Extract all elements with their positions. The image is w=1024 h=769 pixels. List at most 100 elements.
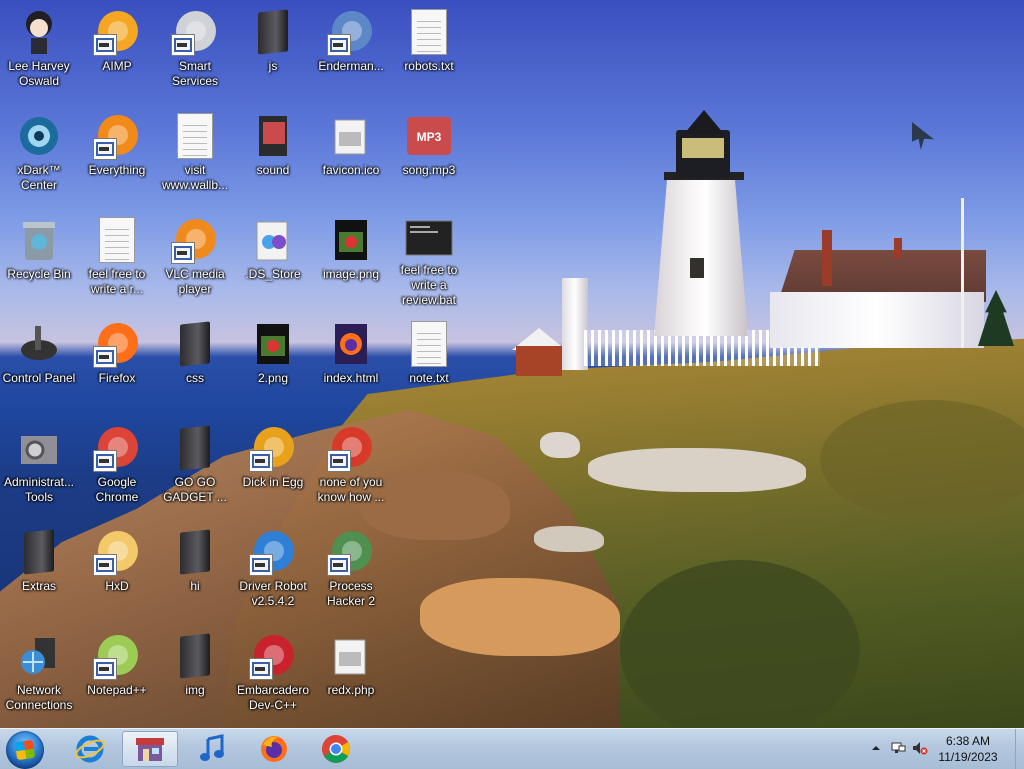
- search-orange-icon: [93, 112, 141, 160]
- folder-icon: [15, 528, 63, 576]
- xdark-icon: [15, 112, 63, 160]
- desktop-icon-label: none of you know how ...: [317, 475, 385, 504]
- firefox-icon: [93, 320, 141, 368]
- desktop-icon[interactable]: img: [156, 624, 234, 724]
- taskbar-store-app[interactable]: [122, 731, 178, 767]
- notepadpp-icon: [93, 632, 141, 680]
- devcpp-icon: [249, 632, 297, 680]
- lighthouse-roof: [684, 110, 724, 134]
- anime-avatar-icon: [15, 8, 63, 56]
- desktop-icon-label: feel free to write a r...: [88, 267, 146, 296]
- desktop-icon-label: visit www.wallb...: [161, 163, 229, 192]
- desktop-icon[interactable]: redx.php: [312, 624, 390, 724]
- desktop-icon[interactable]: favicon.ico: [312, 104, 390, 204]
- ie-icon: [75, 735, 105, 763]
- text-file-icon: [171, 112, 219, 160]
- desktop-icon[interactable]: Driver Robot v2.5.4.2: [234, 520, 312, 620]
- desktop-icon[interactable]: css: [156, 312, 234, 412]
- flagpole: [961, 198, 964, 348]
- desktop-icon[interactable]: .DS_Store: [234, 208, 312, 308]
- store-icon: [136, 738, 164, 761]
- taskbar-chrome[interactable]: [308, 731, 364, 767]
- desktop-icon[interactable]: VLC media player: [156, 208, 234, 308]
- desktop-icon[interactable]: Smart Services: [156, 0, 234, 100]
- desktop-icon[interactable]: MP3 song.mp3: [390, 104, 468, 204]
- desktop-icon[interactable]: Recycle Bin: [0, 208, 78, 308]
- desktop-icon[interactable]: Notepad++: [78, 624, 156, 724]
- clock[interactable]: 6:38 AM 11/19/2023: [926, 733, 1010, 765]
- red-shed: [516, 346, 562, 376]
- desktop-icon[interactable]: feel free to write a r...: [78, 208, 156, 308]
- control-panel-icon: [15, 320, 63, 368]
- desktop-icon-label: HxD: [105, 579, 129, 593]
- process-hacker-icon: [327, 528, 375, 576]
- desktop-icon[interactable]: none of you know how ...: [312, 416, 390, 516]
- desktop[interactable]: Lee Harvey Oswald AIMP Smart Services js End…: [0, 0, 1024, 728]
- clock-date: 11/19/2023: [938, 750, 998, 764]
- desktop-icon[interactable]: sound: [234, 104, 312, 204]
- desktop-icon-label: Recycle Bin: [7, 267, 71, 281]
- ds-store-icon: [249, 216, 297, 264]
- desktop-icon[interactable]: index.html: [312, 312, 390, 412]
- desktop-icon[interactable]: Google Chrome: [78, 416, 156, 516]
- desktop-icon-label: GO GO GADGET ...: [163, 475, 227, 504]
- lighthouse-window: [690, 258, 704, 278]
- windows-start-icon[interactable]: [6, 731, 44, 769]
- shortcut-overlay-icon: [171, 242, 195, 264]
- chevron-up-icon[interactable]: [868, 740, 884, 756]
- desktop-icon[interactable]: GO GO GADGET ...: [156, 416, 234, 516]
- desktop-icon[interactable]: 2.png: [234, 312, 312, 412]
- taskbar-firefox[interactable]: [246, 731, 302, 767]
- desktop-icon-label: AIMP: [102, 59, 132, 73]
- svg-text:MP3: MP3: [417, 130, 442, 144]
- desktop-icon[interactable]: js: [234, 0, 312, 100]
- desktop-icon[interactable]: Firefox: [78, 312, 156, 412]
- desktop-icon[interactable]: Extras: [0, 520, 78, 620]
- shortcut-overlay-icon: [249, 658, 273, 680]
- mouse-cursor-icon: [912, 122, 934, 150]
- folder-icon: [171, 320, 219, 368]
- network-icon: [15, 632, 63, 680]
- shortcut-overlay-icon: [327, 554, 351, 576]
- show-desktop-button[interactable]: [1015, 729, 1024, 769]
- desktop-icon[interactable]: Administrat... Tools: [0, 416, 78, 516]
- desktop-icon[interactable]: Embarcadero Dev-C++: [234, 624, 312, 724]
- desktop-icon[interactable]: Lee Harvey Oswald: [0, 0, 78, 100]
- desktop-icon[interactable]: Dick in Egg: [234, 416, 312, 516]
- desktop-icon[interactable]: xDark™ Center: [0, 104, 78, 204]
- network-tray-icon[interactable]: [890, 740, 906, 756]
- desktop-icon[interactable]: hi: [156, 520, 234, 620]
- lighthouse-tower: [654, 178, 748, 336]
- desktop-icon[interactable]: image.png: [312, 208, 390, 308]
- desktop-icon-label: Lee Harvey Oswald: [8, 59, 70, 88]
- desktop-icon[interactable]: Process Hacker 2: [312, 520, 390, 620]
- desktop-icon-label: xDark™ Center: [17, 163, 61, 192]
- hxd-icon: [93, 528, 141, 576]
- desktop-icon-label: Administrat... Tools: [3, 475, 75, 504]
- desktop-icon[interactable]: HxD: [78, 520, 156, 620]
- desktop-icon-label: img: [185, 683, 205, 697]
- desktop-icon[interactable]: Everything: [78, 104, 156, 204]
- desktop-icon-label: favicon.ico: [322, 163, 380, 177]
- desktop-icon-label: index.html: [323, 371, 379, 385]
- desktop-icon[interactable]: robots.txt: [390, 0, 468, 100]
- desktop-icon[interactable]: Enderman...: [312, 0, 390, 100]
- shield-icon: [249, 528, 297, 576]
- desktop-icon-label: image.png: [322, 267, 380, 281]
- desktop-icon-label: Process Hacker 2: [326, 579, 376, 608]
- desktop-icon[interactable]: Network Connections: [0, 624, 78, 724]
- taskbar-music-player[interactable]: [184, 731, 240, 767]
- desktop-icon[interactable]: feel free to write a review.bat: [390, 208, 468, 308]
- taskbar-internet-explorer[interactable]: [62, 731, 118, 767]
- desktop-icon[interactable]: Control Panel: [0, 312, 78, 412]
- shortcut-overlay-icon: [93, 658, 117, 680]
- desktop-icon[interactable]: visit www.wallb...: [156, 104, 234, 204]
- desktop-icon[interactable]: AIMP: [78, 0, 156, 100]
- desktop-icon-label: 2.png: [257, 371, 289, 385]
- desktop-icon-label: css: [186, 371, 204, 385]
- desktop-icon-label: Dick in Egg: [242, 475, 304, 489]
- shortcut-overlay-icon: [327, 34, 351, 56]
- desktop-icon[interactable]: note.txt: [390, 312, 468, 412]
- desktop-icon-label: sound: [256, 163, 290, 177]
- bush: [620, 560, 860, 728]
